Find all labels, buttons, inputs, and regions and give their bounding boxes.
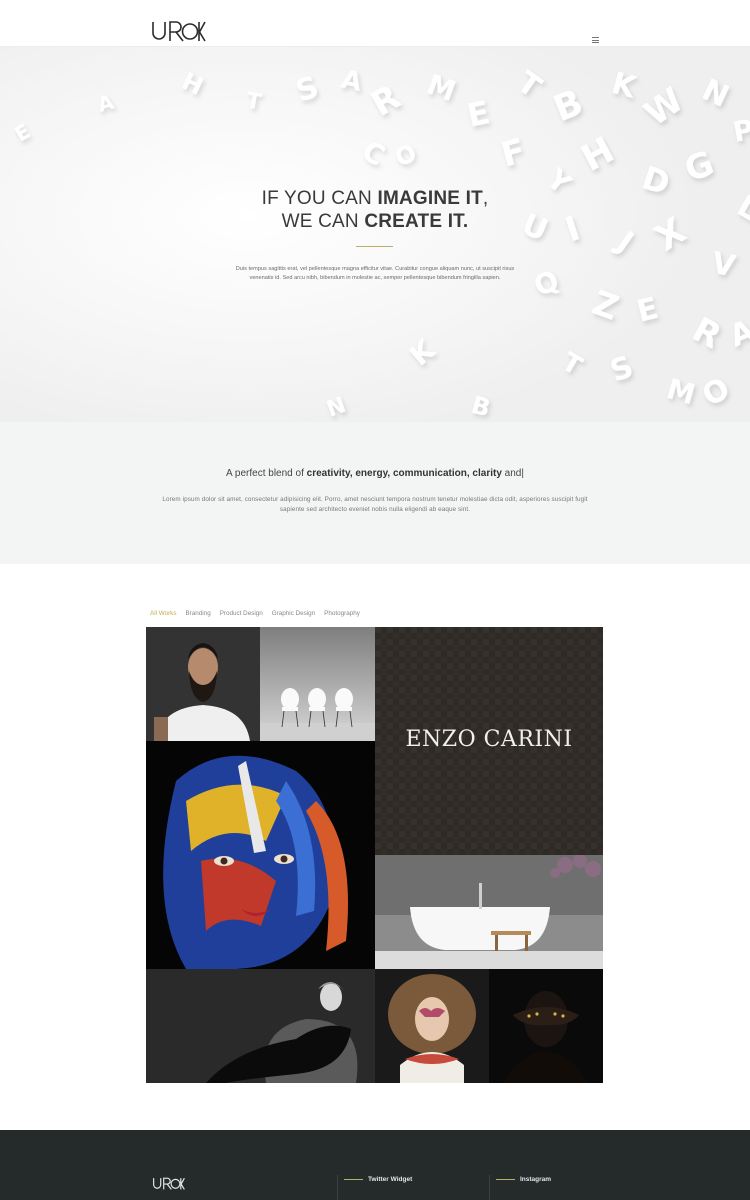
filter-product-design[interactable]: Product Design (220, 610, 263, 620)
filter-all-works[interactable]: All Works (150, 610, 176, 620)
hero-description: Duis tempus sagittis erat, vel pellentes… (235, 266, 515, 281)
site-header (0, 0, 750, 47)
filter-photography[interactable]: Photography (324, 610, 360, 620)
hero-3d-letters-background: S A R M E T B K W N P C O F Y H D G L U … (0, 47, 750, 422)
twitter-widget-title: Twitter Widget (368, 1176, 413, 1183)
hero-section: S A R M E T B K W N P C O F Y H D G L U … (0, 47, 750, 422)
portfolio-grid: ENZO CARINI (146, 627, 603, 1083)
footer-divider (337, 1175, 338, 1200)
portfolio-item-bearded-man[interactable] (146, 627, 260, 741)
instagram-widget-heading: Instagram (496, 1176, 551, 1183)
hero-title: IF YOU CAN IMAGINE IT, WE CAN CREATE IT. (261, 188, 489, 232)
hero-divider (356, 246, 393, 247)
instagram-widget-title: Instagram (520, 1176, 552, 1183)
portfolio-item-painted-face[interactable] (146, 741, 375, 969)
portfolio-item-avant-garde-portrait[interactable] (375, 969, 489, 1083)
urok-logo[interactable] (152, 20, 206, 42)
portfolio-item-hands-over-eyes[interactable] (489, 969, 603, 1083)
intro-title: A perfect blend of creativity, energy, c… (226, 468, 524, 479)
footer-divider (489, 1175, 490, 1200)
intro-description: Lorem ipsum dolor sit amet, consectetur … (162, 496, 588, 513)
enzo-carini-logo-text: ENZO CARINI (405, 727, 573, 752)
filter-graphic-design[interactable]: Graphic Design (272, 610, 315, 620)
widget-accent-line (344, 1179, 363, 1180)
portfolio-filters: All Works Branding Product Design Graphi… (150, 610, 360, 620)
twitter-widget-heading: Twitter Widget (344, 1176, 412, 1183)
widget-accent-line (496, 1179, 515, 1180)
intro-section: A perfect blend of creativity, energy, c… (0, 422, 750, 564)
portfolio-item-chairs[interactable] (260, 627, 375, 741)
portfolio-item-bathtub[interactable] (375, 855, 603, 969)
footer-logo[interactable] (152, 1177, 186, 1190)
hamburger-icon[interactable] (592, 37, 599, 43)
portfolio-item-woman-in-chair[interactable] (146, 969, 375, 1083)
site-footer: Twitter Widget Instagram (0, 1130, 750, 1200)
filter-branding[interactable]: Branding (185, 610, 210, 620)
